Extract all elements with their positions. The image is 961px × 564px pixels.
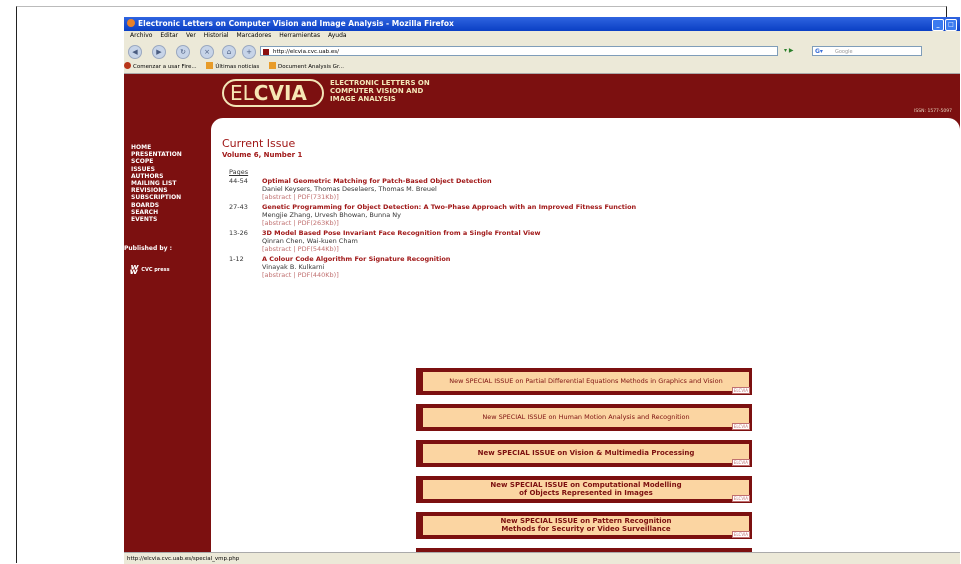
elcvia-stamp: ELCVIA [731, 423, 750, 430]
browser-window: Electronic Letters on Computer Vision an… [124, 17, 960, 564]
pages-header: Pages [229, 168, 249, 176]
special-issue-banner[interactable]: New SPECIAL ISSUE on Human Motion Analys… [416, 404, 752, 431]
article-links[interactable]: [abstract | PDF(263Kb)] [262, 219, 802, 228]
site-tagline: ELECTRONIC LETTERS ON COMPUTER VISION AN… [330, 79, 430, 103]
article-links[interactable]: [abstract | PDF(544Kb)] [262, 245, 802, 254]
special-issue-banner[interactable]: New SPECIAL ISSUE on Vision & Multimedia… [416, 440, 752, 467]
firefox-icon [127, 19, 135, 27]
article-authors: Mengjie Zhang, Urvesh Bhowan, Bunna Ny [262, 210, 401, 219]
menu-ayuda[interactable]: Ayuda [328, 32, 347, 39]
site-favicon-icon [263, 49, 269, 55]
page-title: Current Issue [222, 137, 296, 150]
banner-text: New SPECIAL ISSUE on Human Motion Analys… [423, 408, 749, 427]
search-box[interactable]: G▾ Google [812, 46, 922, 56]
status-url: http://elcvia.cvc.uab.es/special_vmp.php [127, 556, 240, 562]
banner-text: New SPECIAL ISSUE on Partial Differentia… [423, 372, 749, 391]
article-authors: Qinran Chen, Wai-kuen Cham [262, 236, 358, 245]
address-url: http://elcvia.cvc.uab.es/ [273, 49, 339, 55]
special-issue-banner[interactable]: New SPECIAL ISSUE on Computational Model… [416, 476, 752, 503]
menu-historial[interactable]: Historial [204, 32, 229, 39]
article-authors: Vinayak B. Kulkarni [262, 262, 325, 271]
cvc-press-logo[interactable]: ʬ CVC press [130, 262, 170, 278]
back-arrow-icon[interactable]: ◀ [128, 45, 142, 59]
menu-archivo[interactable]: Archivo [130, 32, 152, 39]
menu-marcadores[interactable]: Marcadores [237, 32, 272, 39]
bookmark-item[interactable]: Comenzar a usar Fire... [124, 62, 197, 73]
article-pages: 1-12 [229, 255, 244, 263]
firefox-icon [124, 62, 131, 69]
rss-feed-icon [269, 62, 277, 69]
nav-boards[interactable]: BOARDS [131, 202, 182, 209]
menu-ver[interactable]: Ver [186, 32, 196, 39]
elcvia-stamp: ELCVIA [731, 495, 750, 502]
issn-label: ISSN: 1577-5097 [914, 109, 952, 114]
nav-revisions[interactable]: REVISIONS [131, 187, 182, 194]
article-title-link[interactable]: A Colour Code Algorithm For Signature Re… [262, 255, 802, 264]
nav-search[interactable]: SEARCH [131, 209, 182, 216]
stop-icon[interactable]: × [200, 45, 214, 59]
site-nav: HOME PRESENTATION SCOPE ISSUES AUTHORS M… [131, 144, 182, 223]
special-issue-banner[interactable]: New SPECIAL ISSUE on Partial Differentia… [416, 368, 752, 395]
status-bar: http://elcvia.cvc.uab.es/special_vmp.php [124, 552, 960, 564]
nav-subscription[interactable]: SUBSCRIPTION [131, 194, 182, 201]
article-pages: 27-43 [229, 203, 248, 211]
elcvia-stamp: ELCVIA [731, 459, 750, 466]
nav-home[interactable]: HOME [131, 144, 182, 151]
reload-icon[interactable]: ↻ [176, 45, 190, 59]
bookmark-item[interactable]: Últimas noticias [206, 62, 259, 73]
nav-mailing-list[interactable]: MAILING LIST [131, 180, 182, 187]
volume-label: Volume 6, Number 1 [222, 151, 303, 159]
window-title: Electronic Letters on Computer Vision an… [138, 19, 454, 28]
elcvia-stamp: ELCVIA [731, 387, 750, 394]
google-search-icon: G▾ [815, 48, 823, 55]
article-links[interactable]: [abstract | PDF(731Kb)] [262, 193, 802, 202]
article-pages: 44-54 [229, 177, 248, 185]
rss-feed-icon [206, 62, 214, 69]
article-pages: 13-26 [229, 229, 248, 237]
nav-presentation[interactable]: PRESENTATION [131, 151, 182, 158]
elcvia-logo[interactable]: ELCVIA [222, 79, 324, 107]
content-panel: Current Issue Volume 6, Number 1 Pages 4… [211, 118, 960, 556]
maximize-button[interactable]: □ [945, 19, 957, 31]
nav-scope[interactable]: SCOPE [131, 158, 182, 165]
nav-issues[interactable]: ISSUES [131, 166, 182, 173]
address-bar[interactable]: http://elcvia.cvc.uab.es/ [260, 46, 778, 56]
bookmark-item[interactable]: Document Analysis Gr... [269, 62, 344, 73]
cvc-logo-icon: ʬ [130, 262, 139, 278]
nav-events[interactable]: EVENTS [131, 216, 182, 223]
banner-text: New SPECIAL ISSUE on Computational Model… [423, 480, 749, 499]
navigation-toolbar: ◀ ▶ ↻ × ⌂ + http://elcvia.cvc.uab.es/ ▾ … [124, 42, 960, 60]
bookmarks-toolbar: Comenzar a usar Fire... Últimas noticias… [124, 62, 960, 74]
menu-editar[interactable]: Editar [160, 32, 178, 39]
title-bar: Electronic Letters on Computer Vision an… [124, 17, 960, 31]
nav-authors[interactable]: AUTHORS [131, 173, 182, 180]
forward-arrow-icon[interactable]: ▶ [152, 45, 166, 59]
home-icon[interactable]: ⌂ [222, 45, 236, 59]
banner-text: New SPECIAL ISSUE on Pattern Recognition… [423, 516, 749, 535]
banner-text: New SPECIAL ISSUE on Vision & Multimedia… [423, 444, 749, 463]
page-viewport: ELCVIA ELECTRONIC LETTERS ON COMPUTER VI… [124, 74, 960, 556]
go-arrow-icon[interactable]: ▾ ▶ [784, 46, 806, 56]
menu-bar: Archivo Editar Ver Historial Marcadores … [124, 31, 960, 41]
elcvia-stamp: ELCVIA [731, 531, 750, 538]
published-by-label: Published by : [124, 245, 173, 252]
menu-herramientas[interactable]: Herramientas [279, 32, 320, 39]
article-links[interactable]: [abstract | PDF(440Kb)] [262, 271, 802, 280]
search-placeholder: Google [835, 49, 853, 55]
minimize-button[interactable]: _ [932, 19, 944, 31]
bookmark-add-icon[interactable]: + [242, 45, 256, 59]
article-authors: Daniel Keysers, Thomas Deselaers, Thomas… [262, 184, 437, 193]
special-issue-banner[interactable]: New SPECIAL ISSUE on Pattern Recognition… [416, 512, 752, 539]
